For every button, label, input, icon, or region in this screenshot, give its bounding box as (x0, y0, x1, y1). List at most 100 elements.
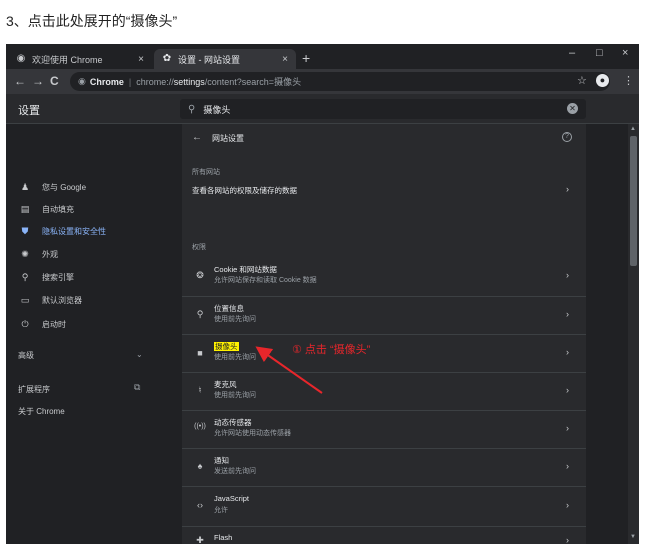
help-icon[interactable]: ? (562, 132, 572, 142)
sidebar-item-search-engine[interactable]: ⚲ 搜索引擎 (18, 272, 74, 283)
close-icon[interactable]: × (138, 54, 144, 65)
scrollbar-thumb[interactable] (630, 136, 637, 266)
permission-row-microphone[interactable]: ♮ 麦克风 使用前先询问 › (182, 372, 586, 410)
permission-row-location[interactable]: ⚲ 位置信息 使用前先询问 › (182, 296, 586, 334)
back-arrow-icon[interactable]: ← (192, 132, 202, 143)
annotation-label: ① 点击 “摄像头” (292, 344, 371, 356)
sidebar-item-privacy[interactable]: ⛊ 隐私设置和安全性 (18, 226, 106, 237)
url-path: /content?search=摄像头 (204, 77, 302, 87)
chevron-right-icon: › (566, 347, 569, 357)
sidebar-item-label: 启动时 (42, 320, 66, 329)
address-bar[interactable]: ◉ Chrome | chrome:// settings /content?s… (70, 72, 610, 91)
chrome-icon: ◉ (16, 53, 26, 64)
location-icon: ⚲ (196, 309, 204, 319)
chevron-right-icon: › (566, 309, 569, 319)
shield-icon: ⛊ (21, 226, 29, 236)
row-subtitle: 使用前先询问 (214, 354, 256, 361)
tab-settings[interactable]: ✿ 设置 - 网站设置 × (154, 49, 296, 69)
chevron-right-icon: › (566, 423, 569, 433)
sidebar-extensions[interactable]: 扩展程序 (18, 384, 50, 395)
scroll-down-icon[interactable]: ▼ (630, 534, 636, 540)
permission-row-sensors[interactable]: ((•)) 动态传感器 允许网站使用动态传感器 › (182, 410, 586, 448)
site-label: Chrome (89, 76, 124, 87)
back-icon[interactable]: ← (14, 73, 26, 89)
forward-icon[interactable]: → (32, 73, 44, 89)
row-title: JavaScript (214, 494, 250, 503)
clear-search-icon[interactable]: ✕ (567, 103, 578, 114)
search-icon: ⚲ (188, 103, 196, 115)
search-value: 摄像头 (203, 104, 231, 115)
sidebar-item-default-browser[interactable]: ▭ 默认浏览器 (18, 295, 82, 306)
sidebar-item-you-and-google[interactable]: ♟ 您与 Google (18, 182, 86, 193)
site-settings-panel: ← 网站设置 ? 所有网站 查看各网站的权限及储存的数据 › 权限 ❂ Cook… (182, 124, 586, 544)
microphone-icon: ♮ (198, 385, 202, 395)
permission-row-notifications[interactable]: ♠ 通知 发送前先询问 › (182, 448, 586, 486)
chevron-right-icon: › (566, 184, 569, 194)
clipboard-icon: ▤ (20, 204, 30, 214)
sidebar-item-appearance[interactable]: ✺ 外观 (18, 249, 58, 260)
sidebar-item-autofill[interactable]: ▤ 自动填充 (18, 204, 74, 215)
permission-row-cookies[interactable]: ❂ Cookie 和网站数据 允许网站保存和读取 Cookie 数据 › (182, 256, 586, 296)
sidebar-item-label: 自动填充 (42, 205, 74, 214)
tab-welcome[interactable]: ◉ 欢迎使用 Chrome × (8, 49, 152, 69)
permission-row-camera[interactable]: ■ 摄像头 使用前先询问 › (182, 334, 586, 372)
tab-title: 欢迎使用 Chrome (32, 54, 103, 65)
settings-header: 设置 ⚲ 摄像头 ✕ (6, 94, 639, 124)
page-title: 设置 (18, 105, 40, 117)
step-caption: 3、点击此处展开的“摄像头” (6, 13, 178, 29)
puzzle-icon: ✚ (196, 535, 204, 544)
chevron-right-icon: › (566, 500, 569, 510)
row-title: 动态传感器 (214, 418, 252, 427)
maximize-button[interactable]: □ (596, 47, 603, 59)
palette-icon: ✺ (21, 249, 29, 259)
row-title: Flash (214, 533, 233, 542)
url-prefix: chrome:// (136, 76, 174, 87)
sidebar: ♟ 您与 Google ▤ 自动填充 ⛊ 隐私设置和安全性 ✺ 外观 ⚲ 搜索引… (6, 124, 176, 544)
chevron-right-icon: › (566, 535, 569, 544)
scroll-up-icon[interactable]: ▲ (630, 126, 636, 132)
all-sites-row[interactable]: 查看各网站的权限及储存的数据 › (182, 182, 586, 217)
sensor-icon: ((•)) (194, 423, 206, 430)
sidebar-item-on-startup[interactable]: ⏻ 启动时 (18, 319, 66, 330)
chevron-right-icon: › (566, 270, 569, 280)
new-tab-button[interactable]: + (302, 50, 310, 66)
browser-icon: ▭ (20, 295, 30, 305)
row-subtitle: 使用前先询问 (214, 316, 256, 323)
chevron-down-icon[interactable]: ⌄ (136, 350, 143, 359)
star-icon[interactable]: ☆ (577, 74, 587, 87)
row-subtitle: 发送前先询问 (214, 468, 256, 475)
close-icon[interactable]: × (282, 54, 288, 65)
divider: | (128, 76, 132, 87)
permission-row-javascript[interactable]: ‹› JavaScript 允许 › (182, 486, 586, 526)
permission-row-flash[interactable]: ✚ Flash › (182, 526, 586, 544)
camera-icon: ■ (197, 348, 203, 358)
person-icon: ♟ (20, 182, 30, 192)
tab-title: 设置 - 网站设置 (178, 54, 240, 65)
sidebar-item-label: 隐私设置和安全性 (42, 227, 106, 236)
external-link-icon[interactable]: ⧉ (134, 382, 140, 393)
row-title: Cookie 和网站数据 (214, 265, 277, 274)
avatar[interactable]: ● (596, 74, 609, 87)
minimize-button[interactable]: – (569, 47, 575, 59)
chrome-icon: ◉ (78, 76, 86, 86)
row-subtitle: 使用前先询问 (214, 392, 256, 399)
search-input[interactable]: ⚲ 摄像头 ✕ (180, 99, 586, 119)
row-title: 通知 (214, 456, 229, 465)
row-title: 摄像头 (214, 342, 239, 351)
sidebar-about-chrome[interactable]: 关于 Chrome (18, 406, 65, 417)
row-subtitle: 允许 (214, 507, 228, 514)
power-icon: ⏻ (21, 319, 29, 329)
code-icon: ‹› (197, 500, 203, 510)
cookie-icon: ❂ (196, 270, 204, 280)
sidebar-item-label: 搜索引擎 (42, 273, 74, 282)
section-title: 网站设置 (212, 134, 244, 143)
row-title: 查看各网站的权限及储存的数据 (192, 186, 297, 195)
sidebar-item-label: 外观 (42, 250, 58, 259)
menu-icon[interactable]: ⋮ (623, 74, 634, 87)
chevron-right-icon: › (566, 461, 569, 471)
sidebar-advanced[interactable]: 高级 (18, 350, 34, 361)
reload-icon[interactable]: C (50, 73, 59, 89)
sidebar-item-label: 您与 Google (42, 183, 87, 192)
close-window-button[interactable]: × (622, 47, 628, 59)
row-title: 位置信息 (214, 304, 244, 313)
